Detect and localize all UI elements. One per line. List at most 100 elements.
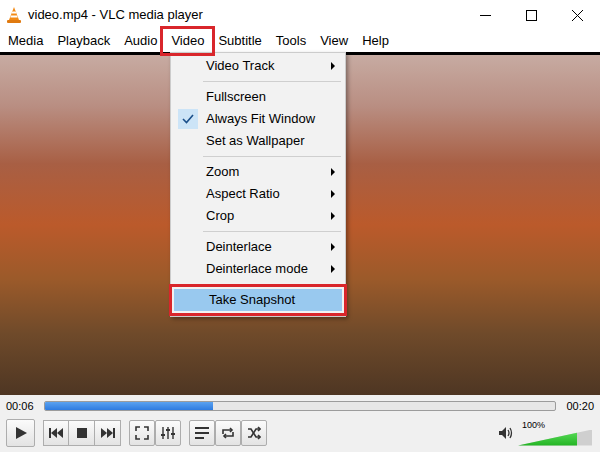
separator-line bbox=[203, 81, 341, 82]
submenu-cell bbox=[323, 190, 343, 198]
menu-separator bbox=[171, 227, 345, 236]
fullscreen-button[interactable] bbox=[129, 420, 155, 446]
check-cell bbox=[173, 258, 203, 280]
checkmark-icon bbox=[182, 114, 194, 124]
play-icon bbox=[14, 426, 28, 440]
total-time: 00:20 bbox=[566, 398, 594, 415]
menu-item-label: Zoom bbox=[203, 162, 323, 182]
next-button[interactable] bbox=[95, 420, 121, 446]
submenu-cell bbox=[323, 62, 343, 70]
window-title: video.mp4 - VLC media player bbox=[28, 5, 203, 25]
speaker-icon[interactable] bbox=[498, 426, 514, 440]
random-button[interactable] bbox=[241, 420, 267, 446]
menu-item[interactable]: Take Snapshot bbox=[174, 289, 342, 311]
check-cell bbox=[173, 205, 203, 227]
previous-icon bbox=[49, 428, 63, 438]
minimize-button[interactable] bbox=[462, 0, 508, 30]
menu-bar-item[interactable]: Playback bbox=[50, 30, 117, 52]
check-cell bbox=[173, 55, 203, 77]
menu-item[interactable]: Deinterlace mode bbox=[171, 258, 345, 280]
check-cell bbox=[173, 236, 203, 258]
controls-bar: 100% bbox=[0, 417, 600, 452]
separator-line bbox=[203, 284, 341, 285]
menu-item-label: Deinterlace mode bbox=[203, 259, 323, 279]
menu-separator bbox=[171, 77, 345, 86]
volume-group: 100% bbox=[498, 420, 592, 446]
menu-separator bbox=[171, 152, 345, 161]
menu-item[interactable]: Crop bbox=[171, 205, 345, 227]
check-box bbox=[178, 109, 198, 129]
stop-icon bbox=[77, 428, 87, 438]
close-button[interactable] bbox=[554, 0, 600, 30]
submenu-arrow-icon bbox=[331, 243, 335, 251]
menu-item-label: Take Snapshot bbox=[206, 290, 320, 310]
previous-button[interactable] bbox=[43, 420, 69, 446]
menu-item-label: Deinterlace bbox=[203, 237, 323, 257]
menu-bar-item[interactable]: Audio bbox=[117, 30, 164, 52]
window-controls bbox=[462, 0, 600, 30]
menu-item-label: Aspect Ratio bbox=[203, 184, 323, 204]
close-icon bbox=[572, 10, 583, 21]
menu-separator bbox=[171, 280, 345, 289]
next-icon bbox=[101, 428, 115, 438]
playlist-button[interactable] bbox=[189, 420, 215, 446]
minimize-icon bbox=[480, 10, 491, 21]
menu-item[interactable]: Zoom bbox=[171, 161, 345, 183]
submenu-arrow-icon bbox=[331, 190, 335, 198]
menu-bar-item[interactable]: Tools bbox=[269, 30, 313, 52]
play-button[interactable] bbox=[6, 419, 35, 447]
stop-button[interactable] bbox=[69, 420, 95, 446]
separator-line bbox=[203, 156, 341, 157]
menu-item[interactable]: Fullscreen bbox=[171, 86, 345, 108]
menu-bar-item[interactable]: View bbox=[313, 30, 355, 52]
vlc-cone-icon bbox=[6, 6, 22, 24]
equalizer-icon bbox=[161, 426, 175, 440]
transport-group bbox=[43, 420, 121, 446]
menu-item[interactable]: Set as Wallpaper bbox=[171, 130, 345, 152]
vlc-window: video.mp4 - VLC media player MediaPlayba… bbox=[0, 0, 600, 452]
volume-reading: 100% bbox=[518, 420, 545, 430]
menu-bar-item[interactable]: Video bbox=[164, 30, 211, 52]
menu-item[interactable]: Video Track bbox=[171, 55, 345, 77]
shuffle-icon bbox=[247, 426, 261, 440]
submenu-cell bbox=[323, 212, 343, 220]
submenu-arrow-icon bbox=[331, 265, 335, 273]
title-bar: video.mp4 - VLC media player bbox=[0, 0, 600, 30]
extended-settings-button[interactable] bbox=[155, 420, 181, 446]
menu-item[interactable]: Deinterlace bbox=[171, 236, 345, 258]
check-cell bbox=[173, 86, 203, 108]
submenu-arrow-icon bbox=[331, 62, 335, 70]
menu-bar-item[interactable]: Media bbox=[1, 30, 50, 52]
menu-item-label: Fullscreen bbox=[203, 87, 323, 107]
submenu-cell bbox=[323, 168, 343, 176]
menu-item[interactable]: Always Fit Window bbox=[171, 108, 345, 130]
maximize-button[interactable] bbox=[508, 0, 554, 30]
menu-item-label: Video Track bbox=[203, 56, 323, 76]
seek-track[interactable] bbox=[44, 401, 557, 411]
submenu-cell bbox=[323, 243, 343, 251]
check-cell bbox=[176, 289, 206, 311]
menu-item[interactable]: Aspect Ratio bbox=[171, 183, 345, 205]
loop-icon bbox=[221, 426, 235, 440]
volume-control: 100% bbox=[518, 420, 592, 446]
separator-line bbox=[203, 231, 341, 232]
menu-bar: MediaPlaybackAudioVideoSubtitleToolsView… bbox=[0, 30, 600, 52]
menu-bar-item[interactable]: Subtitle bbox=[211, 30, 268, 52]
seek-fill bbox=[45, 402, 214, 410]
check-cell bbox=[173, 108, 203, 130]
submenu-cell bbox=[323, 265, 343, 273]
seek-bar-row: 00:06 00:20 bbox=[0, 395, 600, 417]
playlist-icon bbox=[195, 427, 209, 439]
menu-item-label: Crop bbox=[203, 206, 323, 226]
menu-bar-item[interactable]: Help bbox=[355, 30, 396, 52]
video-menu: Video Track FullscreenAlways Fit WindowSe… bbox=[170, 52, 346, 317]
loop-button[interactable] bbox=[215, 420, 241, 446]
fullscreen-icon bbox=[135, 426, 149, 440]
maximize-icon bbox=[526, 10, 537, 21]
submenu-arrow-icon bbox=[331, 212, 335, 220]
check-cell bbox=[173, 161, 203, 183]
volume-track[interactable] bbox=[518, 430, 592, 446]
check-cell bbox=[173, 183, 203, 205]
elapsed-time: 00:06 bbox=[6, 398, 34, 415]
check-cell bbox=[173, 130, 203, 152]
